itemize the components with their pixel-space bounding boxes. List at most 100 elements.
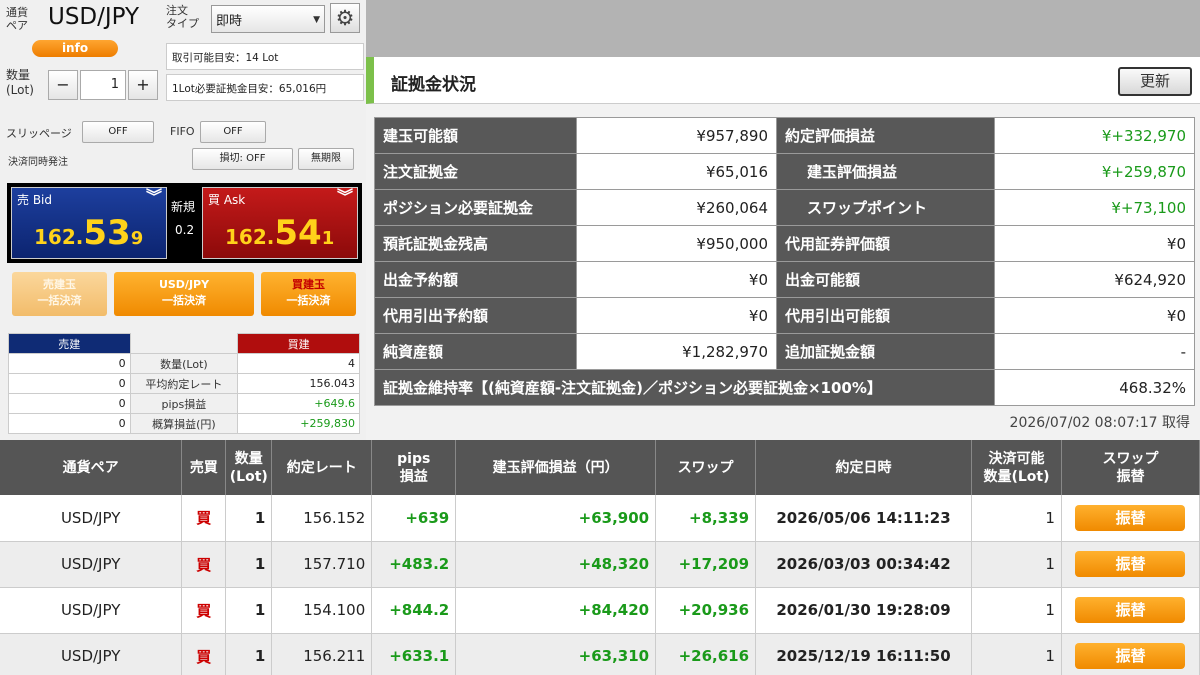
- margin-label: 注文証拠金: [374, 153, 577, 190]
- margin-row: 出金予約額 ¥0 出金可能額 ¥624,920: [374, 261, 1195, 298]
- currency-pair-name: USD/JPY: [48, 4, 140, 30]
- margin-header: 証拠金状況 更新: [366, 57, 1200, 104]
- ask-price: 162.541: [225, 213, 335, 253]
- margin-ratio-label: 証拠金維持率【(純資産額-注文証拠金)／ポジション必要証拠金×100%】: [374, 369, 995, 406]
- fifo-toggle[interactable]: OFF: [200, 121, 266, 143]
- column-header[interactable]: pips 損益: [371, 440, 457, 495]
- rate-cell: 156.211: [271, 633, 373, 675]
- swap-cell: +17,209: [655, 541, 757, 588]
- margin-ratio-value: 468.32%: [994, 369, 1195, 406]
- column-header[interactable]: 売買: [181, 440, 227, 495]
- column-header[interactable]: 数量 (Lot): [225, 440, 273, 495]
- pips-cell: +639: [371, 495, 457, 542]
- column-header[interactable]: スワップ: [655, 440, 757, 495]
- bulk-close-sell-button[interactable]: 売建玉 一括決済: [12, 272, 107, 316]
- margin-label: 預託証拠金残高: [374, 225, 577, 262]
- bulk-close-pair-button[interactable]: USD/JPY 一括決済: [114, 272, 254, 316]
- column-header[interactable]: スワップ 振替: [1061, 440, 1200, 495]
- summary-row: 0 pips損益 +649.6: [8, 393, 360, 414]
- swap-transfer-cell: 振替: [1061, 541, 1200, 588]
- margin-label: 純資産額: [374, 333, 577, 370]
- swap-cell: +26,616: [655, 633, 757, 675]
- settings-button[interactable]: ⚙: [330, 3, 360, 33]
- pl-cell: +63,900: [455, 495, 657, 542]
- pips-cell: +633.1: [371, 633, 457, 675]
- margin-value: ¥+332,970: [994, 117, 1195, 154]
- quantity-label: 数量 (Lot): [6, 68, 34, 97]
- qty-cell: 1: [225, 587, 273, 634]
- margin-row: 建玉可能額 ¥957,890 約定評価損益 ¥+332,970: [374, 117, 1195, 154]
- margin-label: 代用証券評価額: [776, 225, 995, 262]
- margin-label: 代用引出可能額: [776, 297, 995, 334]
- margin-label: 約定評価損益: [776, 117, 995, 154]
- margin-row: ポジション必要証拠金 ¥260,064 スワップポイント ¥+73,100: [374, 189, 1195, 226]
- info-button[interactable]: info: [32, 40, 118, 57]
- margin-value: ¥0: [576, 297, 777, 334]
- quote-panel: 売 Bid ︾ 162.539 新規 0.2 買 Ask ︾ 162.541: [7, 183, 362, 263]
- gear-icon: ⚙: [335, 6, 355, 30]
- ask-title: 買 Ask: [208, 193, 246, 207]
- pair-cell: USD/JPY: [0, 495, 183, 542]
- column-header[interactable]: 約定日時: [755, 440, 972, 495]
- page-title: 証拠金状況: [391, 75, 476, 95]
- pips-cell: +483.2: [371, 541, 457, 588]
- table-row[interactable]: USD/JPY 買 1 157.710 +483.2 +48,320 +17,209 2026…: [0, 541, 1200, 588]
- bulk-pair-label: USD/JPY: [158, 278, 210, 291]
- bid-price: 162.539: [34, 213, 144, 253]
- slippage-toggle[interactable]: OFF: [82, 121, 154, 143]
- spread-value: 0.2: [175, 223, 195, 237]
- column-header[interactable]: 通貨ペア: [0, 440, 183, 495]
- side-cell: 買: [181, 495, 227, 542]
- date-cell: 2026/05/06 14:11:23: [755, 495, 972, 542]
- margin-row: 預託証拠金残高 ¥950,000 代用証券評価額 ¥0: [374, 225, 1195, 262]
- table-row[interactable]: USD/JPY 買 1 156.152 +639 +63,900 +8,339 2026/05…: [0, 495, 1200, 542]
- margin-label: 出金予約額: [374, 261, 577, 298]
- column-header[interactable]: 約定レート: [271, 440, 373, 495]
- date-cell: 2026/01/30 19:28:09: [755, 587, 972, 634]
- table-row[interactable]: USD/JPY 買 1 154.100 +844.2 +84,420 +20,936 2026…: [0, 587, 1200, 634]
- margin-value: ¥624,920: [994, 261, 1195, 298]
- avail-qty-cell: 1: [971, 495, 1062, 542]
- bulk-pair-sublabel: 一括決済: [162, 294, 206, 307]
- margin-label: 追加証拠金額: [776, 333, 995, 370]
- bulk-close-buy-button[interactable]: 買建玉 一括決済: [261, 272, 356, 316]
- swap-transfer-cell: 振替: [1061, 587, 1200, 634]
- swap-transfer-button[interactable]: 振替: [1075, 504, 1186, 531]
- date-cell: 2025/12/19 16:11:50: [755, 633, 972, 675]
- rate-cell: 156.152: [271, 495, 373, 542]
- column-header[interactable]: 決済可能 数量(Lot): [971, 440, 1062, 495]
- table-row[interactable]: USD/JPY 買 1 156.211 +633.1 +63,310 +26,616 2025…: [0, 633, 1200, 675]
- bulk-buy-label: 買建玉: [292, 278, 325, 291]
- pair-cell: USD/JPY: [0, 633, 183, 675]
- slippage-label: スリッページ: [6, 127, 72, 140]
- quantity-decrement-button[interactable]: −: [48, 70, 78, 100]
- required-margin-info: 1Lot必要証拠金目安：65,016円: [166, 74, 364, 101]
- pips-cell: +844.2: [371, 587, 457, 634]
- pl-cell: +84,420: [455, 587, 657, 634]
- swap-cell: +20,936: [655, 587, 757, 634]
- quantity-input[interactable]: 1: [80, 70, 126, 100]
- column-header[interactable]: 建玉評価損益（円）: [455, 440, 657, 495]
- avail-qty-cell: 1: [971, 541, 1062, 588]
- margin-value: ¥957,890: [576, 117, 777, 154]
- swap-transfer-button[interactable]: 振替: [1075, 551, 1186, 577]
- margin-label: スワップポイント: [776, 189, 995, 226]
- sell-header: 売建: [8, 333, 131, 354]
- sell-bid-button[interactable]: 売 Bid ︾ 162.539: [11, 187, 167, 259]
- swap-transfer-button[interactable]: 振替: [1075, 643, 1186, 669]
- quantity-increment-button[interactable]: +: [128, 70, 158, 100]
- margin-label: 建玉評価損益: [776, 153, 995, 190]
- margin-label: 出金可能額: [776, 261, 995, 298]
- side-cell: 買: [181, 541, 227, 588]
- bulk-sell-label: 売建玉: [43, 278, 76, 291]
- margin-label: 代用引出予約額: [374, 297, 577, 334]
- expiry-select[interactable]: 無期限: [298, 148, 354, 170]
- swap-transfer-button[interactable]: 振替: [1075, 597, 1186, 623]
- pair-label: 通貨 ペア: [6, 6, 28, 32]
- buy-ask-button[interactable]: 買 Ask ︾ 162.541: [202, 187, 358, 259]
- margin-value: ¥0: [576, 261, 777, 298]
- stoploss-toggle[interactable]: 損切: OFF: [192, 148, 293, 170]
- order-type-select[interactable]: 即時 ▼: [211, 5, 325, 33]
- refresh-button[interactable]: 更新: [1118, 67, 1192, 96]
- settle-order-label: 決済同時発注: [8, 157, 68, 168]
